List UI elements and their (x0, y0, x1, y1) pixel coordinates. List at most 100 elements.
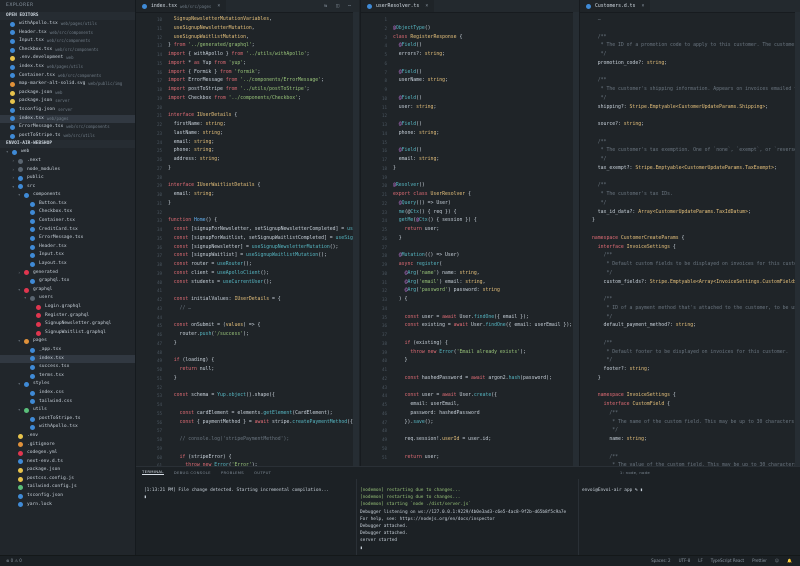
file-item[interactable]: codegen.yml (0, 449, 135, 458)
file-item[interactable]: Container.tsx (0, 217, 135, 226)
close-icon[interactable]: × (641, 4, 644, 9)
terminal-pane-1[interactable]: [1:13:21 PM] File change detected. Start… (144, 487, 329, 501)
chevron-icon[interactable]: › (12, 166, 16, 175)
file-item[interactable]: graphql.tsx (0, 277, 135, 286)
file-item[interactable]: ▾ pages (0, 337, 135, 346)
file-item[interactable]: Header.tsx (0, 243, 135, 252)
split-editor-icon[interactable]: ◫ (336, 3, 339, 9)
file-item[interactable]: Header.tsx web/src/components (0, 29, 135, 38)
file-item[interactable]: tsconfig.json (0, 492, 135, 501)
file-item[interactable]: withApollo.tsx (0, 423, 135, 432)
file-item[interactable]: SignupWaitlist.graphql (0, 329, 135, 338)
file-item[interactable]: index.tsx web/pages (0, 114, 135, 124)
file-item[interactable]: yarn.lock (0, 501, 135, 510)
project-folder-header[interactable]: ENVOI-AIR-WEBSHOP (0, 140, 135, 149)
file-item[interactable]: index.tsx web/pages/utils (0, 63, 135, 72)
tab-terminal[interactable]: TERMINAL (142, 469, 164, 475)
tab-customers-dts[interactable]: Customers.d.ts × (580, 0, 651, 12)
status-item[interactable]: TypeScript React (711, 558, 744, 563)
file-type-icon (10, 90, 15, 96)
chevron-icon[interactable]: ▾ (18, 286, 22, 295)
file-item[interactable]: Button.tsx (0, 200, 135, 209)
chevron-icon[interactable]: ▾ (6, 148, 10, 157)
file-item[interactable]: postcss.config.js (0, 475, 135, 484)
file-item[interactable]: package.json web (0, 89, 135, 98)
chevron-icon[interactable]: ▾ (12, 183, 16, 192)
file-item[interactable]: Login.graphql (0, 303, 135, 312)
file-item[interactable]: success.tsx (0, 363, 135, 372)
file-item[interactable]: Layout.tsx (0, 260, 135, 269)
status-item[interactable]: 🔔 (787, 558, 792, 563)
status-item[interactable]: UTF-8 (679, 558, 691, 563)
file-item[interactable]: ▾ utils (0, 406, 135, 415)
terminal-pane-2[interactable]: [nodemon] restarting due to changes... [n… (360, 487, 566, 552)
file-item[interactable]: ▾ users (0, 294, 135, 303)
file-item[interactable]: Register.graphql (0, 312, 135, 321)
file-item[interactable]: tailwind.config.js (0, 483, 135, 492)
status-item[interactable]: ☺ (775, 558, 779, 563)
file-item[interactable]: ▾ web (0, 148, 135, 157)
file-item[interactable]: withApollo.tsx web/pages/utils (0, 20, 135, 29)
problems-count[interactable]: ⊗ 0 ⚠ 0 (6, 558, 22, 563)
chevron-icon[interactable]: ▾ (18, 191, 22, 200)
status-item[interactable]: LF (698, 558, 703, 563)
tab-debug-console[interactable]: DEBUG CONSOLE (174, 470, 211, 475)
file-item[interactable]: index.tsx (0, 354, 135, 364)
file-item[interactable]: › generated (0, 269, 135, 278)
close-icon[interactable]: × (425, 4, 428, 9)
chevron-icon[interactable]: › (12, 174, 16, 183)
open-editors-header[interactable]: OPEN EDITORS (0, 12, 135, 20)
line-number: 46 (381, 410, 387, 416)
file-item[interactable]: tailwind.css (0, 398, 135, 407)
file-item[interactable]: ▾ components (0, 191, 135, 200)
chevron-icon[interactable]: ▾ (18, 337, 22, 346)
file-item[interactable]: ▾ styles (0, 380, 135, 389)
status-item[interactable]: Prettier (752, 558, 767, 563)
chevron-icon[interactable]: ▾ (24, 294, 28, 303)
more-actions-icon[interactable]: ⋯ (348, 3, 351, 9)
file-item[interactable]: postToStripe.ts web/src/utils (0, 132, 135, 141)
chevron-icon[interactable]: › (18, 269, 22, 278)
file-item[interactable]: ErrorMessage.tsx (0, 234, 135, 243)
terminal-pane-3[interactable]: envoi@Envoi-air app % ▮ (582, 487, 643, 494)
scrollbar[interactable] (795, 12, 800, 466)
file-item[interactable]: package.json server (0, 97, 135, 106)
file-item[interactable]: ErrorMessage.tsx web/src/components (0, 123, 135, 132)
tab-output[interactable]: OUTPUT (254, 470, 271, 475)
file-item[interactable]: Input.tsx web/src/components (0, 37, 135, 46)
chevron-icon[interactable]: ▾ (18, 380, 22, 389)
file-item[interactable]: Input.tsx (0, 251, 135, 260)
file-item[interactable]: .gitignore (0, 441, 135, 450)
file-item[interactable]: Checkbox.tsx web/src/components (0, 46, 135, 55)
file-item[interactable]: ▾ graphql (0, 286, 135, 295)
terminal-select[interactable]: 1: node, node (620, 470, 650, 475)
file-item[interactable]: CreditCard.tsx (0, 226, 135, 235)
file-item[interactable]: Checkbox.tsx (0, 208, 135, 217)
file-item[interactable]: tsconfig.json server (0, 106, 135, 115)
file-name: Input.tsx (39, 252, 64, 258)
file-item[interactable]: › .next (0, 157, 135, 166)
file-item[interactable]: postToStripe.ts (0, 415, 135, 424)
file-item[interactable]: _app.tsx (0, 346, 135, 355)
file-item[interactable]: terms.tsx (0, 372, 135, 381)
file-item[interactable]: SignupNewsletter.graphql (0, 320, 135, 329)
file-item[interactable]: › public (0, 174, 135, 183)
file-item[interactable]: Container.tsx web/src/components (0, 72, 135, 81)
chevron-icon[interactable]: ▾ (18, 406, 22, 415)
file-item[interactable]: ▾ src (0, 183, 135, 192)
tab-user-resolver[interactable]: userResolver.ts × (361, 0, 435, 12)
tab-index-tsx[interactable]: index.tsx web/src/pages × (136, 0, 227, 12)
file-item[interactable]: › node_modules (0, 166, 135, 175)
file-item[interactable]: package.json (0, 466, 135, 475)
file-item[interactable]: .env.development web (0, 54, 135, 63)
chevron-icon[interactable]: › (12, 157, 16, 166)
close-icon[interactable]: × (217, 4, 220, 9)
file-item[interactable]: next-env.d.ts (0, 458, 135, 467)
file-item[interactable]: map-marker-alt-solid.svg web/public/img (0, 80, 135, 89)
tab-problems[interactable]: PROBLEMS (221, 470, 244, 475)
scrollbar[interactable] (353, 12, 359, 466)
compare-icon[interactable]: ⇆ (324, 3, 327, 9)
file-item[interactable]: .env (0, 432, 135, 441)
file-item[interactable]: index.css (0, 389, 135, 398)
status-item[interactable]: Spaces: 2 (651, 558, 670, 563)
